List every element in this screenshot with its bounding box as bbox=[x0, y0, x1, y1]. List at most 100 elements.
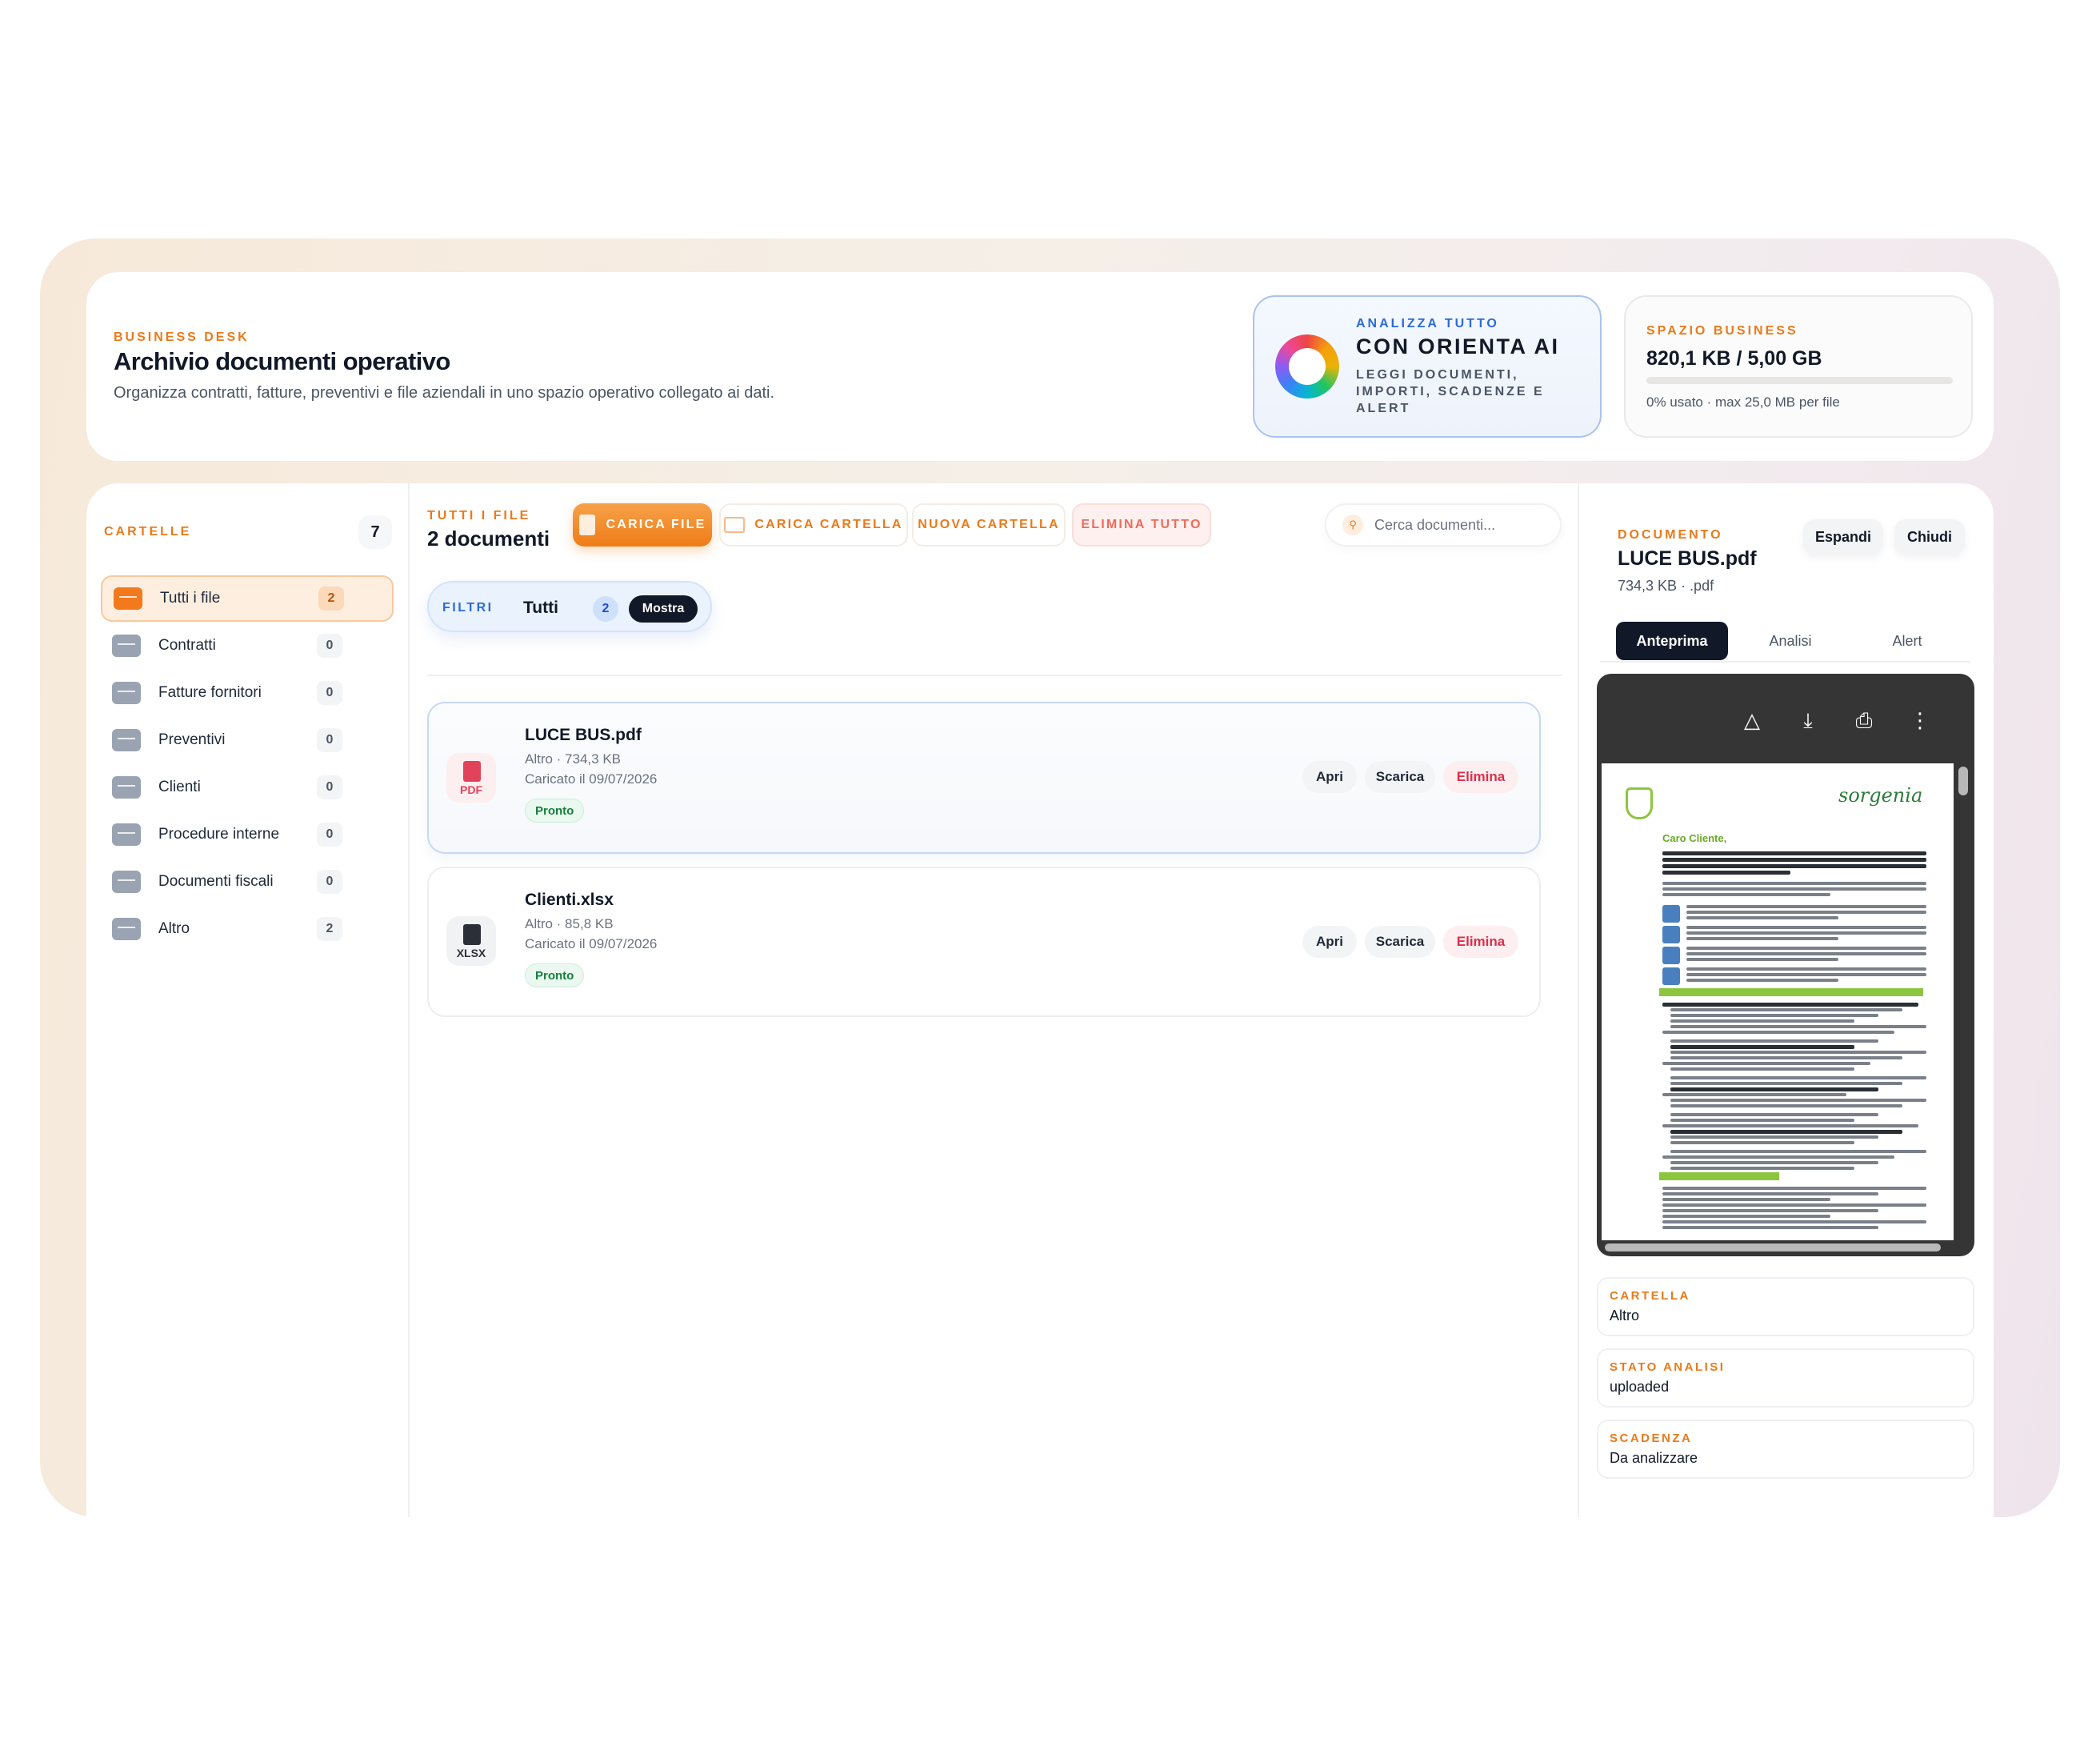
doc-text-line bbox=[1662, 882, 1926, 885]
upload-folder-button[interactable]: CARICA CARTELLA bbox=[719, 503, 908, 547]
doc-text-line bbox=[1686, 926, 1926, 929]
expand-button[interactable]: Espandi bbox=[1803, 519, 1883, 555]
search-input[interactable] bbox=[1374, 512, 1550, 538]
upload-file-label: CARICA FILE bbox=[606, 518, 706, 531]
file-list-title: 2 documenti bbox=[427, 527, 550, 551]
folder-label: Altro bbox=[158, 920, 190, 937]
download-icon[interactable]: ⤓ bbox=[1795, 707, 1821, 733]
ai-card-subtitle: LEGGI DOCUMENTI, IMPORTI, SCADENZE E ALE… bbox=[1356, 368, 1545, 415]
file-upload-date: Caricato il 09/07/2026 bbox=[525, 771, 658, 787]
folder-count: 2 bbox=[318, 587, 344, 611]
more-vertical-icon[interactable]: ⋮ bbox=[1907, 707, 1933, 733]
folder-item-fatture-fornitori[interactable]: Fatture fornitori 0 bbox=[101, 670, 394, 716]
close-button[interactable]: Chiudi bbox=[1894, 519, 1965, 555]
doc-text-line bbox=[1670, 1045, 1854, 1049]
folder-count: 2 bbox=[317, 917, 342, 941]
orienta-ai-ring-icon bbox=[1275, 334, 1339, 398]
filters-show-button[interactable]: Mostra bbox=[629, 595, 698, 623]
doc-text-line bbox=[1670, 1150, 1926, 1153]
delete-button[interactable]: Elimina bbox=[1443, 926, 1518, 958]
pdf-preview[interactable]: △ ⤓ ⎙ ⋮ sorgenia Caro Cliente, bbox=[1597, 674, 1974, 1256]
ai-card-title: CON ORIENTA AI bbox=[1356, 334, 1560, 358]
doc-text-line bbox=[1662, 1031, 1894, 1034]
doc-text-line bbox=[1670, 1082, 1902, 1085]
folder-label: Documenti fiscali bbox=[158, 873, 274, 890]
doc-text-line bbox=[1662, 1203, 1926, 1207]
vertical-scrollbar[interactable] bbox=[1958, 767, 1968, 795]
horizontal-scrollbar[interactable] bbox=[1605, 1243, 1941, 1251]
search-icon: ⚲ bbox=[1342, 515, 1363, 535]
doc-text-line bbox=[1686, 905, 1926, 908]
doc-text-line bbox=[1662, 1220, 1926, 1223]
storage-eyebrow: SPAZIO BUSINESS bbox=[1646, 324, 1798, 338]
page-title: Archivio documenti operativo bbox=[114, 347, 450, 375]
doc-text-line bbox=[1662, 1124, 1918, 1127]
folder-label: Preventivi bbox=[158, 731, 226, 748]
doc-greeting: Caro Cliente, bbox=[1662, 832, 1727, 844]
doc-text-line bbox=[1670, 1135, 1878, 1139]
new-folder-button[interactable]: NUOVA CARTELLA bbox=[912, 503, 1066, 547]
doc-text-line bbox=[1662, 1187, 1926, 1190]
folder-item-procedure-interne[interactable]: Procedure interne 0 bbox=[101, 811, 394, 858]
folder-item-tutti-i-file[interactable]: Tutti i file 2 bbox=[101, 575, 394, 622]
delete-all-button[interactable]: ELIMINA TUTTO bbox=[1072, 503, 1211, 547]
tab-alert[interactable]: Alert bbox=[1853, 622, 1962, 660]
download-button[interactable]: Scarica bbox=[1365, 761, 1435, 793]
folder-count: 0 bbox=[317, 728, 342, 752]
tab-anteprima[interactable]: Anteprima bbox=[1616, 622, 1728, 660]
doc-text-line bbox=[1662, 851, 1926, 855]
filters-label: FILTRI bbox=[442, 601, 494, 615]
drive-add-icon[interactable]: △ bbox=[1739, 707, 1765, 733]
folder-label: Tutti i file bbox=[160, 590, 221, 607]
folders-title: CARTELLE bbox=[104, 525, 192, 539]
file-name[interactable]: LUCE BUS.pdf bbox=[525, 726, 642, 745]
doc-bullet-icon bbox=[1662, 926, 1680, 943]
status-badge: Pronto bbox=[525, 963, 585, 987]
doc-text-line bbox=[1670, 1051, 1926, 1054]
doc-text-line bbox=[1686, 979, 1838, 982]
doc-text-line bbox=[1686, 952, 1926, 955]
print-icon[interactable]: ⎙ bbox=[1851, 707, 1877, 733]
folder-outline-icon bbox=[724, 517, 746, 533]
doc-text-line bbox=[1686, 911, 1926, 914]
doc-text-line bbox=[1670, 1056, 1902, 1059]
upload-file-button[interactable]: CARICA FILE bbox=[573, 503, 712, 547]
delete-button[interactable]: Elimina bbox=[1443, 761, 1518, 793]
doc-text-line bbox=[1662, 893, 1830, 896]
folder-icon bbox=[112, 776, 141, 799]
upload-file-icon bbox=[578, 515, 595, 535]
doc-text-line bbox=[1662, 1226, 1878, 1229]
doc-text-line bbox=[1670, 1019, 1854, 1023]
folder-count: 0 bbox=[317, 634, 342, 658]
open-button[interactable]: Apri bbox=[1302, 761, 1357, 793]
doc-text-line bbox=[1662, 858, 1926, 862]
doc-text-line bbox=[1659, 988, 1923, 996]
file-name[interactable]: Clienti.xlsx bbox=[525, 891, 614, 910]
folder-item-preventivi[interactable]: Preventivi 0 bbox=[101, 717, 394, 763]
doc-text-line bbox=[1662, 871, 1790, 875]
doc-text-line bbox=[1670, 1141, 1854, 1144]
folder-item-contratti[interactable]: Contratti 0 bbox=[101, 623, 394, 669]
doc-text-line bbox=[1662, 1192, 1878, 1195]
doc-text-line bbox=[1670, 1161, 1878, 1164]
folder-item-documenti-fiscali[interactable]: Documenti fiscali 0 bbox=[101, 859, 394, 905]
detail-meta: 734,3 KB · .pdf bbox=[1618, 578, 1714, 594]
folder-count: 0 bbox=[317, 870, 342, 894]
folder-item-altro[interactable]: Altro 2 bbox=[101, 906, 394, 952]
sidebar-divider bbox=[408, 483, 410, 1517]
doc-text-line bbox=[1686, 916, 1838, 919]
doc-text-line bbox=[1662, 1209, 1878, 1212]
info-value: Altro bbox=[1610, 1307, 1640, 1324]
filters-value[interactable]: Tutti bbox=[523, 599, 558, 618]
folder-label: Fatture fornitori bbox=[158, 684, 262, 701]
detail-eyebrow: DOCUMENTO bbox=[1618, 528, 1723, 542]
doc-text-line bbox=[1670, 1099, 1926, 1102]
open-button[interactable]: Apri bbox=[1302, 926, 1357, 958]
info-value: uploaded bbox=[1610, 1379, 1670, 1395]
doc-text-line bbox=[1662, 1003, 1918, 1007]
storage-progress-bar bbox=[1646, 377, 1953, 384]
folder-item-clienti[interactable]: Clienti 0 bbox=[101, 764, 394, 811]
download-button[interactable]: Scarica bbox=[1365, 926, 1435, 958]
doc-text-line bbox=[1686, 973, 1926, 976]
tab-analisi[interactable]: Analisi bbox=[1736, 622, 1845, 660]
